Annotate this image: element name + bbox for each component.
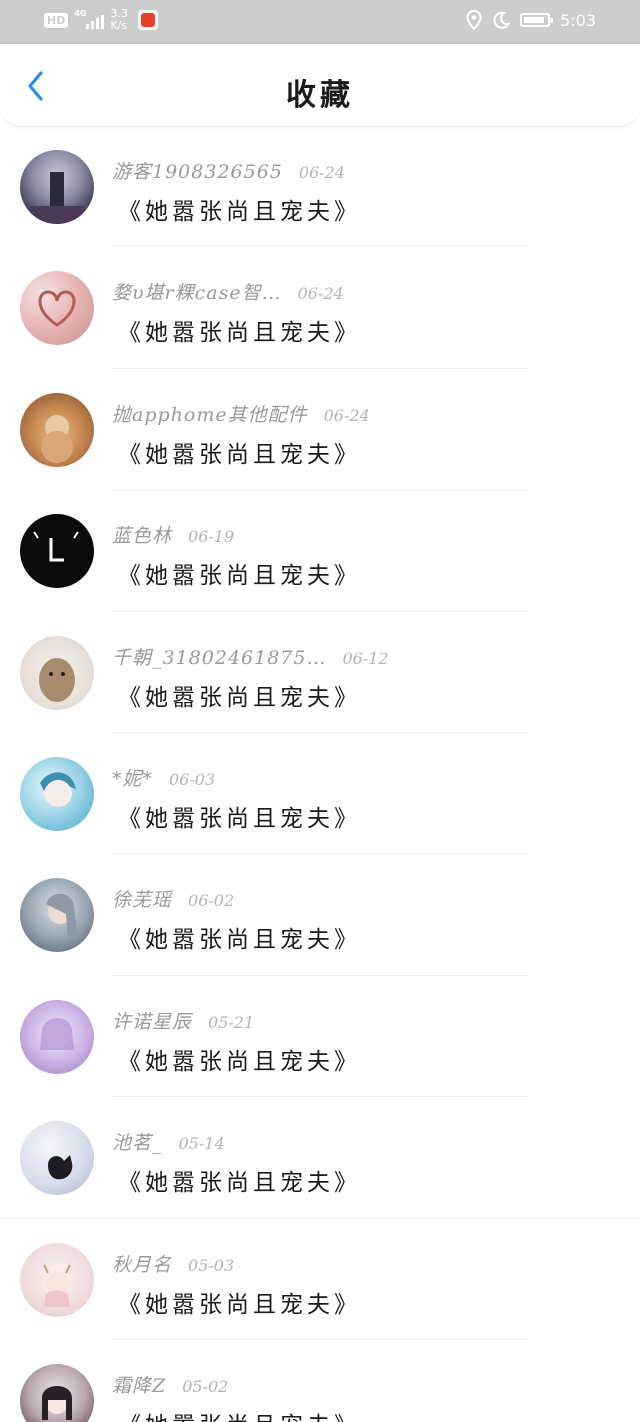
username: *妮* <box>112 767 154 790</box>
clock: 5:03 <box>560 10 596 30</box>
date: 06-24 <box>298 163 346 182</box>
username: 徐芜瑶 <box>112 889 173 912</box>
list-item[interactable]: *妮* 06-03 《她嚣张尚且宠夫》 <box>0 733 640 855</box>
username: 抛apphome其他配件 <box>112 403 308 426</box>
list-item[interactable]: 池茗_ 05-14 《她嚣张尚且宠夫》 <box>0 1097 640 1219</box>
item-meta: 秋月名 05-03 <box>112 1250 234 1277</box>
status-bar-left: HD 4G 3.3 K/s <box>44 8 159 32</box>
item-meta: 池茗_ 05-14 <box>112 1128 225 1155</box>
avatar[interactable] <box>20 1121 94 1196</box>
book-title[interactable]: 《她嚣张尚且宠夫》 <box>118 313 361 347</box>
username: 婺υ堪r粿case智… <box>112 282 282 305</box>
username: 秋月名 <box>112 1253 173 1276</box>
avatar[interactable] <box>20 635 94 710</box>
list-item[interactable]: 蓝色林 06-19 《她嚣张尚且宠夫》 <box>0 490 640 612</box>
date: 06-02 <box>188 891 235 911</box>
avatar[interactable] <box>20 1242 94 1317</box>
speed-unit: K/s <box>110 19 127 32</box>
avatar[interactable] <box>20 878 94 953</box>
date: 05-02 <box>182 1376 229 1396</box>
username: 霜降Z <box>112 1374 167 1397</box>
username: 千朝_31802461875… <box>112 646 327 669</box>
hd-badge: HD <box>44 12 69 28</box>
page-title: 收藏 <box>286 78 354 113</box>
date: 06-03 <box>169 769 216 789</box>
nav-bar: 收藏 <box>0 44 640 127</box>
date: 05-03 <box>188 1255 235 1275</box>
date: 05-14 <box>178 1134 225 1154</box>
book-title[interactable]: 《她嚣张尚且宠夫》 <box>118 1406 361 1422</box>
favorites-list: 游客1908326565 06-24 《她嚣张尚且宠夫》 婺υ堪r粿case智…… <box>0 126 640 1422</box>
item-meta: 蓝色林 06-19 <box>112 521 234 548</box>
avatar[interactable] <box>20 271 94 346</box>
date: 05-21 <box>208 1012 255 1032</box>
list-item[interactable]: 霜降Z 05-02 《她嚣张尚且宠夫》 <box>0 1340 640 1422</box>
date: 06-24 <box>297 284 344 304</box>
book-title[interactable]: 《她嚣张尚且宠夫》 <box>118 1285 361 1319</box>
network-speed: 3.3 K/s <box>110 8 132 32</box>
book-title[interactable]: 《她嚣张尚且宠夫》 <box>118 1042 361 1076</box>
avatar[interactable] <box>20 514 94 589</box>
network-type: 4G <box>74 9 87 18</box>
date: 06-24 <box>323 405 370 425</box>
item-meta: *妮* 06-03 <box>112 764 215 791</box>
avatar[interactable] <box>20 999 94 1074</box>
avatar[interactable] <box>20 392 94 467</box>
status-bar-right: 5:03 <box>466 10 596 30</box>
list-item[interactable]: 千朝_31802461875… 06-12 《她嚣张尚且宠夫》 <box>0 612 640 733</box>
status-bar: HD 4G 3.3 K/s 5:03 <box>0 0 640 44</box>
item-meta: 许诺星辰 05-21 <box>112 1007 254 1034</box>
book-title[interactable]: 《她嚣张尚且宠夫》 <box>118 192 361 226</box>
item-meta: 徐芜瑶 06-02 <box>112 885 234 912</box>
item-meta: 游客1908326565 06-24 <box>112 157 345 184</box>
book-title[interactable]: 《她嚣张尚且宠夫》 <box>118 556 361 590</box>
book-title[interactable]: 《她嚣张尚且宠夫》 <box>118 799 361 833</box>
signal-icon: 4G <box>74 9 105 31</box>
moon-icon <box>493 11 511 29</box>
list-item[interactable]: 秋月名 05-03 《她嚣张尚且宠夫》 <box>0 1219 640 1340</box>
item-meta: 千朝_31802461875… 06-12 <box>112 643 389 670</box>
battery-icon <box>520 13 554 27</box>
item-meta: 婺υ堪r粿case智… 06-24 <box>112 278 344 305</box>
item-meta: 抛apphome其他配件 06-24 <box>112 400 370 427</box>
list-item[interactable]: 徐芜瑶 06-02 《她嚣张尚且宠夫》 <box>0 854 640 976</box>
location-icon <box>466 10 482 30</box>
username: 蓝色林 <box>112 525 173 548</box>
book-title[interactable]: 《她嚣张尚且宠夫》 <box>118 920 361 954</box>
date: 06-19 <box>188 527 235 547</box>
list-item[interactable]: 婺υ堪r粿case智… 06-24 《她嚣张尚且宠夫》 <box>0 247 640 369</box>
username: 池茗_ <box>112 1132 163 1155</box>
book-title[interactable]: 《她嚣张尚且宠夫》 <box>118 1163 361 1197</box>
list-item[interactable]: 游客1908326565 06-24 《她嚣张尚且宠夫》 <box>0 126 640 248</box>
book-title[interactable]: 《她嚣张尚且宠夫》 <box>118 678 361 712</box>
avatar[interactable] <box>20 150 94 224</box>
avatar[interactable] <box>20 756 94 831</box>
list-item[interactable]: 抛apphome其他配件 06-24 《她嚣张尚且宠夫》 <box>0 369 640 491</box>
item-meta: 霜降Z 05-02 <box>112 1371 228 1398</box>
book-title[interactable]: 《她嚣张尚且宠夫》 <box>118 435 361 469</box>
app-icon <box>138 10 159 30</box>
username: 许诺星辰 <box>112 1010 193 1033</box>
avatar[interactable] <box>20 1363 94 1422</box>
list-item[interactable]: 许诺星辰 05-21 《她嚣张尚且宠夫》 <box>0 976 640 1098</box>
username: 游客1908326565 <box>112 161 283 183</box>
date: 06-12 <box>342 648 389 668</box>
